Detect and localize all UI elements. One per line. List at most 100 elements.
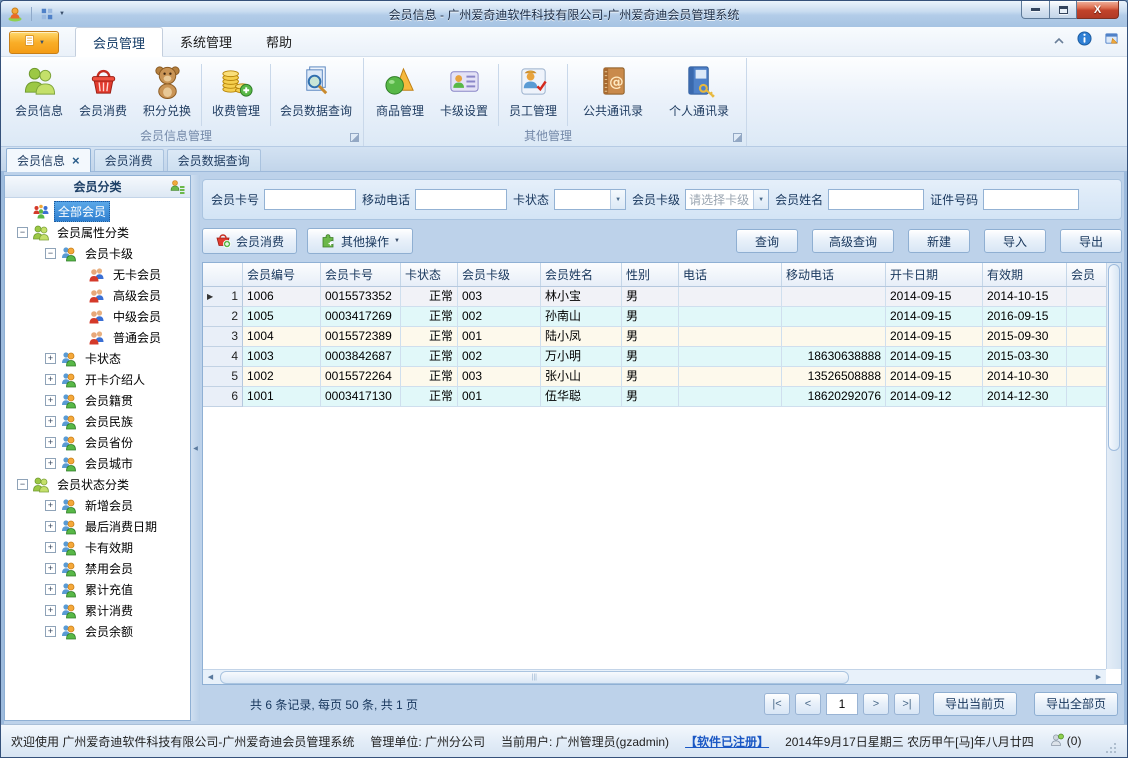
doc-tab-member-info[interactable]: 会员信息 × <box>6 148 91 172</box>
column-header[interactable]: 电话 <box>679 263 782 286</box>
column-header[interactable]: 会员 <box>1067 263 1106 286</box>
vertical-scrollbar[interactable] <box>1106 263 1121 669</box>
export-all-pages-button[interactable]: 导出全部页 <box>1034 692 1118 716</box>
minimize-button[interactable] <box>1021 1 1050 19</box>
expand-node-icon[interactable]: + <box>45 521 56 532</box>
skin-style-icon[interactable] <box>1104 31 1119 51</box>
export-current-page-button[interactable]: 导出当前页 <box>933 692 1017 716</box>
tree-item[interactable]: 全部会员 <box>5 201 190 222</box>
expand-node-icon[interactable]: + <box>45 584 56 595</box>
tree-item[interactable]: + 会员城市 <box>5 453 190 474</box>
tree-item[interactable]: + 累计消费 <box>5 600 190 621</box>
last-page-button[interactable]: >| <box>894 693 920 715</box>
expand-node-icon[interactable]: + <box>45 353 56 364</box>
collapse-node-icon[interactable]: − <box>17 479 28 490</box>
ribbon-button-goods[interactable]: 商品管理 <box>368 60 432 130</box>
other-operations-button[interactable]: 其他操作 ▼ <box>307 228 413 254</box>
member-name-input[interactable] <box>828 189 925 210</box>
tree-item[interactable]: 高级会员 <box>5 285 190 306</box>
qat-dropdown-icon[interactable]: ▼ <box>59 11 65 17</box>
layout-icon[interactable] <box>40 7 54 21</box>
card-number-input[interactable] <box>264 189 357 210</box>
first-page-button[interactable]: |< <box>764 693 790 715</box>
column-header[interactable]: 会员卡级 <box>458 263 541 286</box>
ribbon-button-members[interactable]: 会员信息 <box>7 60 71 130</box>
collapse-ribbon-icon[interactable] <box>1053 32 1065 50</box>
tree-item[interactable]: − 会员属性分类 <box>5 222 190 243</box>
tree-item[interactable]: + 禁用会员 <box>5 558 190 579</box>
tree-item[interactable]: 中级会员 <box>5 306 190 327</box>
query-button[interactable]: 查询 <box>736 229 798 253</box>
collapse-node-icon[interactable]: − <box>17 227 28 238</box>
card-level-select[interactable]: 请选择卡级 ▼ <box>685 189 770 210</box>
doc-tab-member-data-query[interactable]: 会员数据查询 <box>166 149 261 171</box>
column-header[interactable]: 有效期 <box>983 263 1067 286</box>
tree-item[interactable]: − 会员状态分类 <box>5 474 190 495</box>
dialog-launcher-icon[interactable] <box>733 133 742 142</box>
menu-tab-member-management[interactable]: 会员管理 <box>75 27 164 57</box>
table-row[interactable]: 5 1002 0015572264 正常 003 张小山男 13526508888 2014-… <box>203 367 1106 387</box>
advanced-query-button[interactable]: 高级查询 <box>812 229 894 253</box>
tree-item[interactable]: 无卡会员 <box>5 264 190 285</box>
id-number-input[interactable] <box>983 189 1080 210</box>
resize-grip-icon[interactable] <box>1105 742 1117 757</box>
dialog-launcher-icon[interactable] <box>350 133 359 142</box>
column-header[interactable]: 会员姓名 <box>541 263 622 286</box>
table-row[interactable]: 2 1005 0003417269 正常 002 孙南山男 2014-09-15 2016-0… <box>203 307 1106 327</box>
tree-item[interactable]: + 会员余额 <box>5 621 190 642</box>
app-menu-button[interactable]: ▼ <box>9 31 59 54</box>
ribbon-button-staff[interactable]: 员工管理 <box>501 60 565 130</box>
new-button[interactable]: 新建 <box>908 229 970 253</box>
chevron-down-icon[interactable]: ▼ <box>753 190 769 209</box>
expand-node-icon[interactable]: + <box>45 437 56 448</box>
tree-item[interactable]: + 会员民族 <box>5 411 190 432</box>
tree-item[interactable]: + 累计充值 <box>5 579 190 600</box>
table-row[interactable]: 6 1001 0003417130 正常 001 伍华聪男 18620292076 2014-… <box>203 387 1106 407</box>
expand-node-icon[interactable]: + <box>45 626 56 637</box>
expand-node-icon[interactable]: + <box>45 374 56 385</box>
export-button[interactable]: 导出 <box>1060 229 1122 253</box>
software-registered-link[interactable]: 【软件已注册】 <box>685 733 769 750</box>
category-config-icon[interactable] <box>169 179 185 198</box>
hscroll-thumb[interactable] <box>220 670 849 684</box>
doc-tab-member-consume[interactable]: 会员消费 <box>93 149 164 171</box>
scroll-right-icon[interactable]: ▶ <box>1091 673 1106 681</box>
tree-item[interactable]: 普通会员 <box>5 327 190 348</box>
table-row[interactable]: ▶ 1 1006 0015573352 正常 003 林小宝男 2014-09-15 2014-… <box>203 287 1106 307</box>
ribbon-button-doc-search[interactable]: 会员数据查询 <box>273 60 359 130</box>
import-button[interactable]: 导入 <box>984 229 1046 253</box>
chevron-down-icon[interactable]: ▼ <box>610 190 626 209</box>
column-header[interactable]: 移动电话 <box>782 263 886 286</box>
page-number-input[interactable] <box>826 693 858 715</box>
ribbon-button-basket[interactable]: 会员消费 <box>71 60 135 130</box>
tree-item[interactable]: + 卡状态 <box>5 348 190 369</box>
table-row[interactable]: 4 1003 0003842687 正常 002 万小明男 18630638888 2014-… <box>203 347 1106 367</box>
close-button[interactable]: X <box>1077 1 1119 19</box>
tab-close-icon[interactable]: × <box>72 154 80 167</box>
expand-node-icon[interactable]: + <box>45 395 56 406</box>
ribbon-button-coins[interactable]: 收费管理 <box>204 60 268 130</box>
member-consume-button[interactable]: 会员消费 <box>202 228 298 254</box>
column-header[interactable]: 开卡日期 <box>886 263 983 286</box>
menu-tab-system-management[interactable]: 系统管理 <box>163 27 249 56</box>
table-row[interactable]: 3 1004 0015572389 正常 001 陆小凤男 2014-09-15 2015-0… <box>203 327 1106 347</box>
expand-node-icon[interactable]: + <box>45 416 56 427</box>
expand-node-icon[interactable]: + <box>45 563 56 574</box>
expand-node-icon[interactable]: + <box>45 605 56 616</box>
collapse-node-icon[interactable]: − <box>45 248 56 259</box>
column-header[interactable]: 卡状态 <box>401 263 458 286</box>
tree-item[interactable]: + 开卡介绍人 <box>5 369 190 390</box>
expand-node-icon[interactable]: + <box>45 500 56 511</box>
expand-node-icon[interactable]: + <box>45 458 56 469</box>
hscroll-track[interactable] <box>218 670 1091 684</box>
tree-item[interactable]: + 会员籍贯 <box>5 390 190 411</box>
column-header[interactable]: 会员卡号 <box>321 263 401 286</box>
ribbon-button-public-contacts[interactable]: @ 公共通讯录 <box>570 60 656 130</box>
collapse-sidebar-icon[interactable]: ◀ <box>193 445 198 452</box>
restore-button[interactable] <box>1050 1 1077 19</box>
card-status-select[interactable]: ▼ <box>554 189 627 210</box>
column-header[interactable]: 会员编号 <box>243 263 321 286</box>
scroll-left-icon[interactable]: ◀ <box>203 673 218 681</box>
ribbon-button-personal-contacts[interactable]: 个人通讯录 <box>656 60 742 130</box>
vscroll-thumb[interactable] <box>1108 264 1120 451</box>
